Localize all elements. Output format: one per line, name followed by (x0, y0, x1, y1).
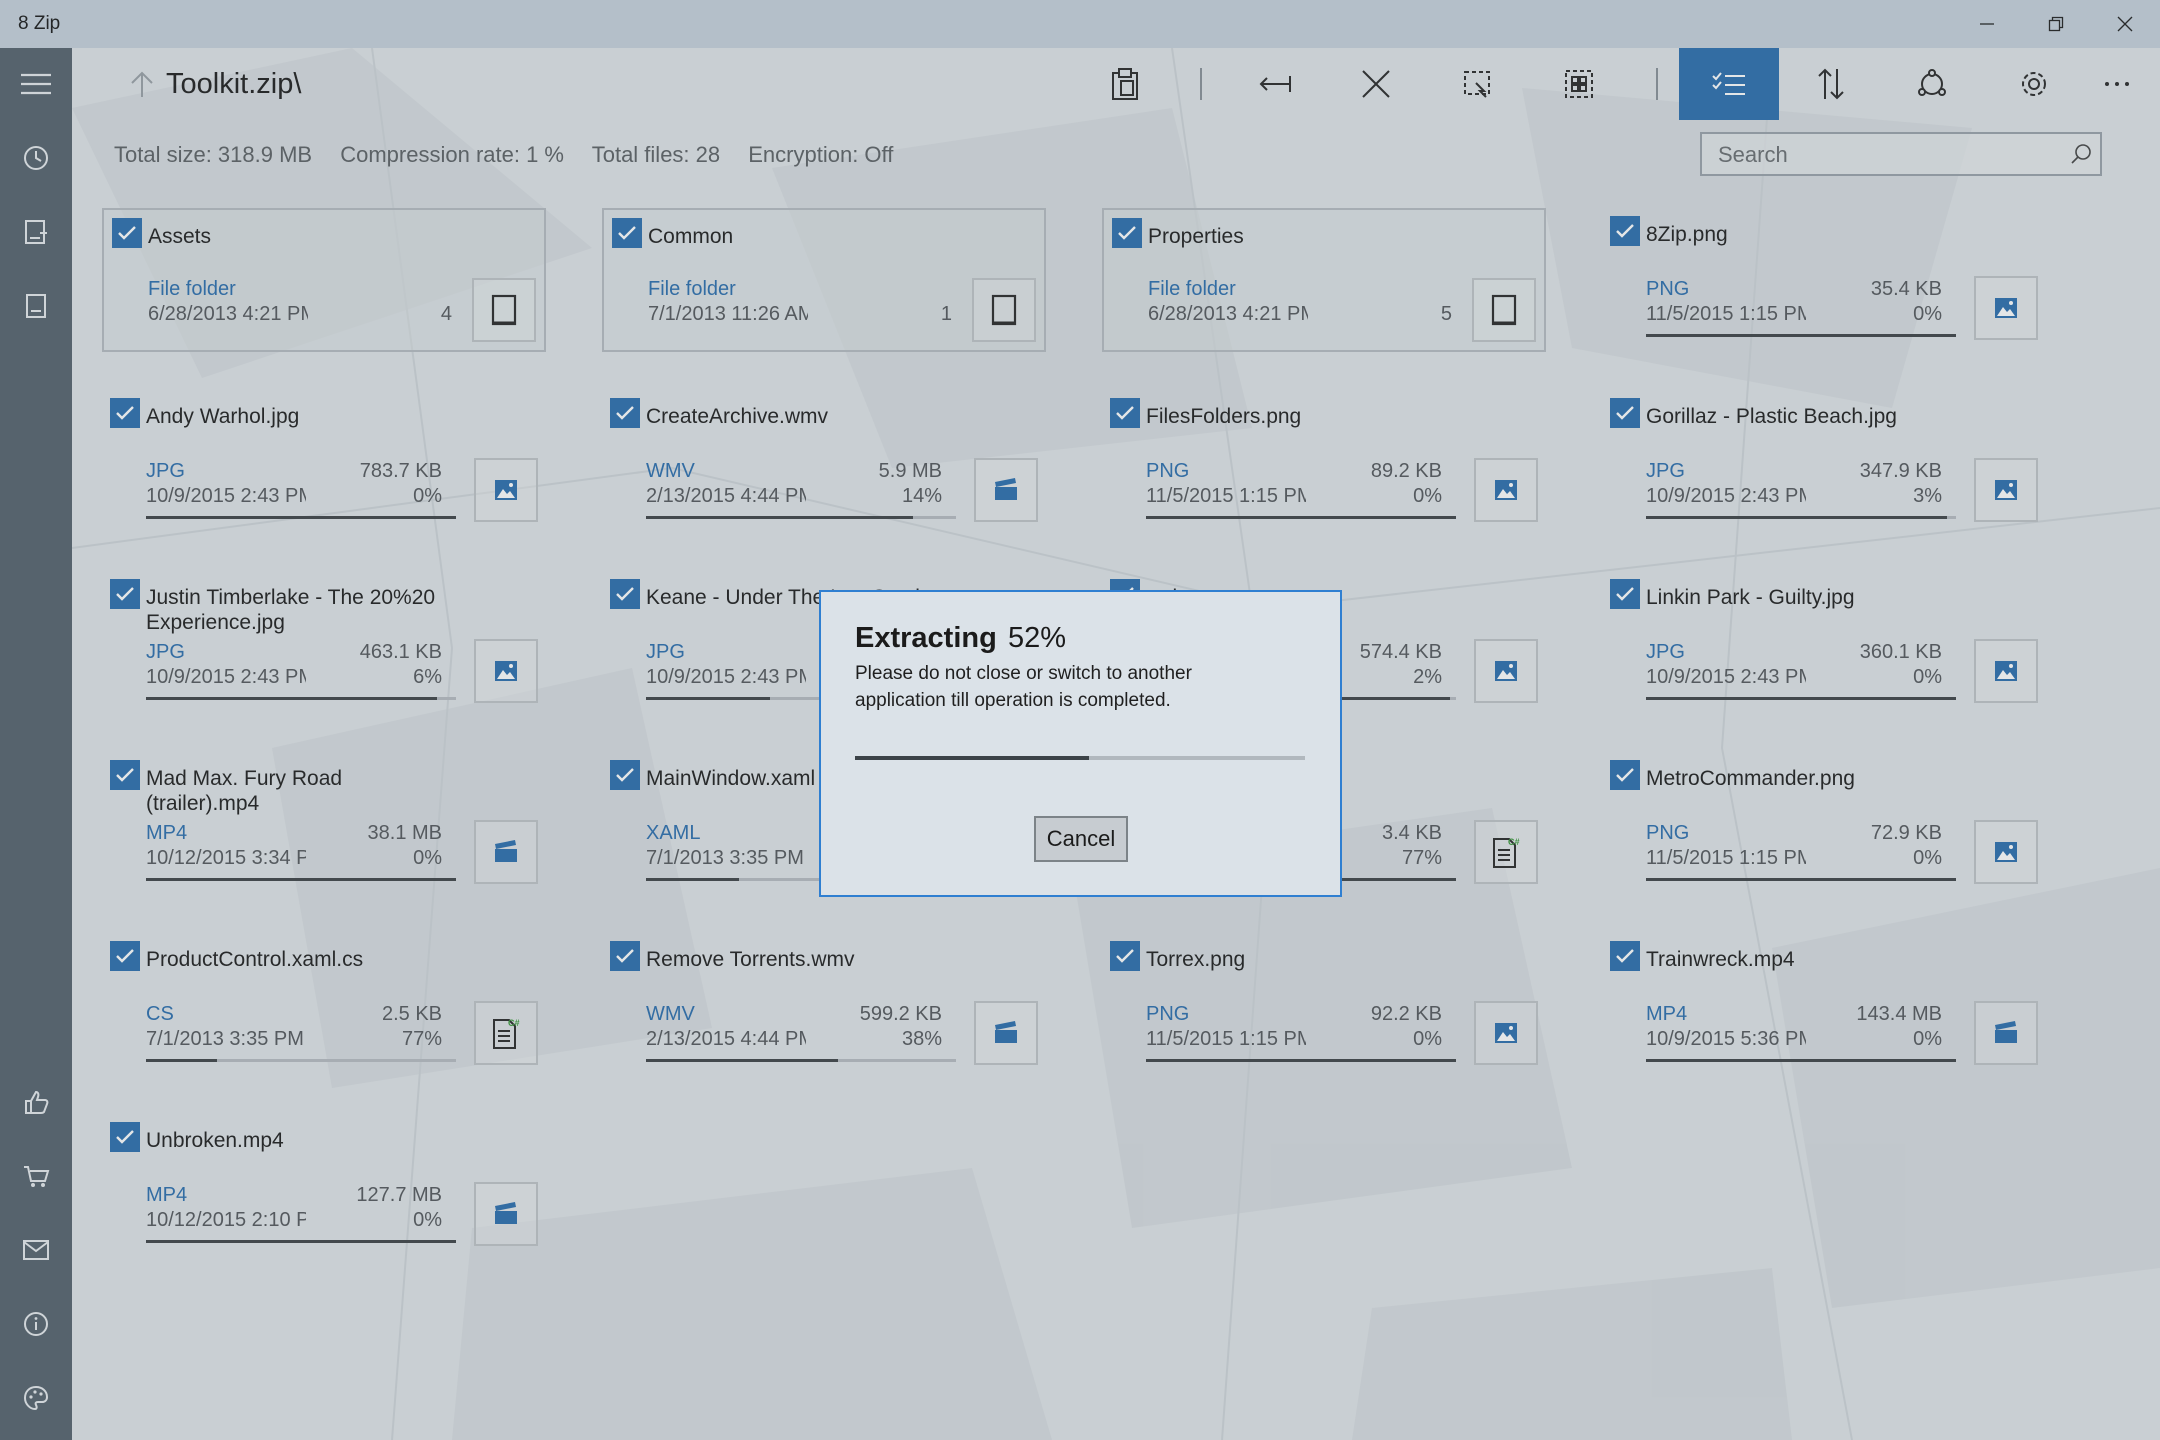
dialog-progress-bar (855, 756, 1305, 760)
modal-overlay: Extracting 52% Please do not close or sw… (0, 0, 2160, 1440)
extract-dialog: Extracting 52% Please do not close or sw… (819, 590, 1342, 897)
cancel-button[interactable]: Cancel (1034, 816, 1128, 862)
dialog-message: Please do not close or switch to another… (855, 660, 1255, 714)
dialog-progress-fill (855, 756, 1089, 760)
dialog-title: Extracting (855, 622, 997, 655)
dialog-percent: 52% (1008, 622, 1066, 655)
